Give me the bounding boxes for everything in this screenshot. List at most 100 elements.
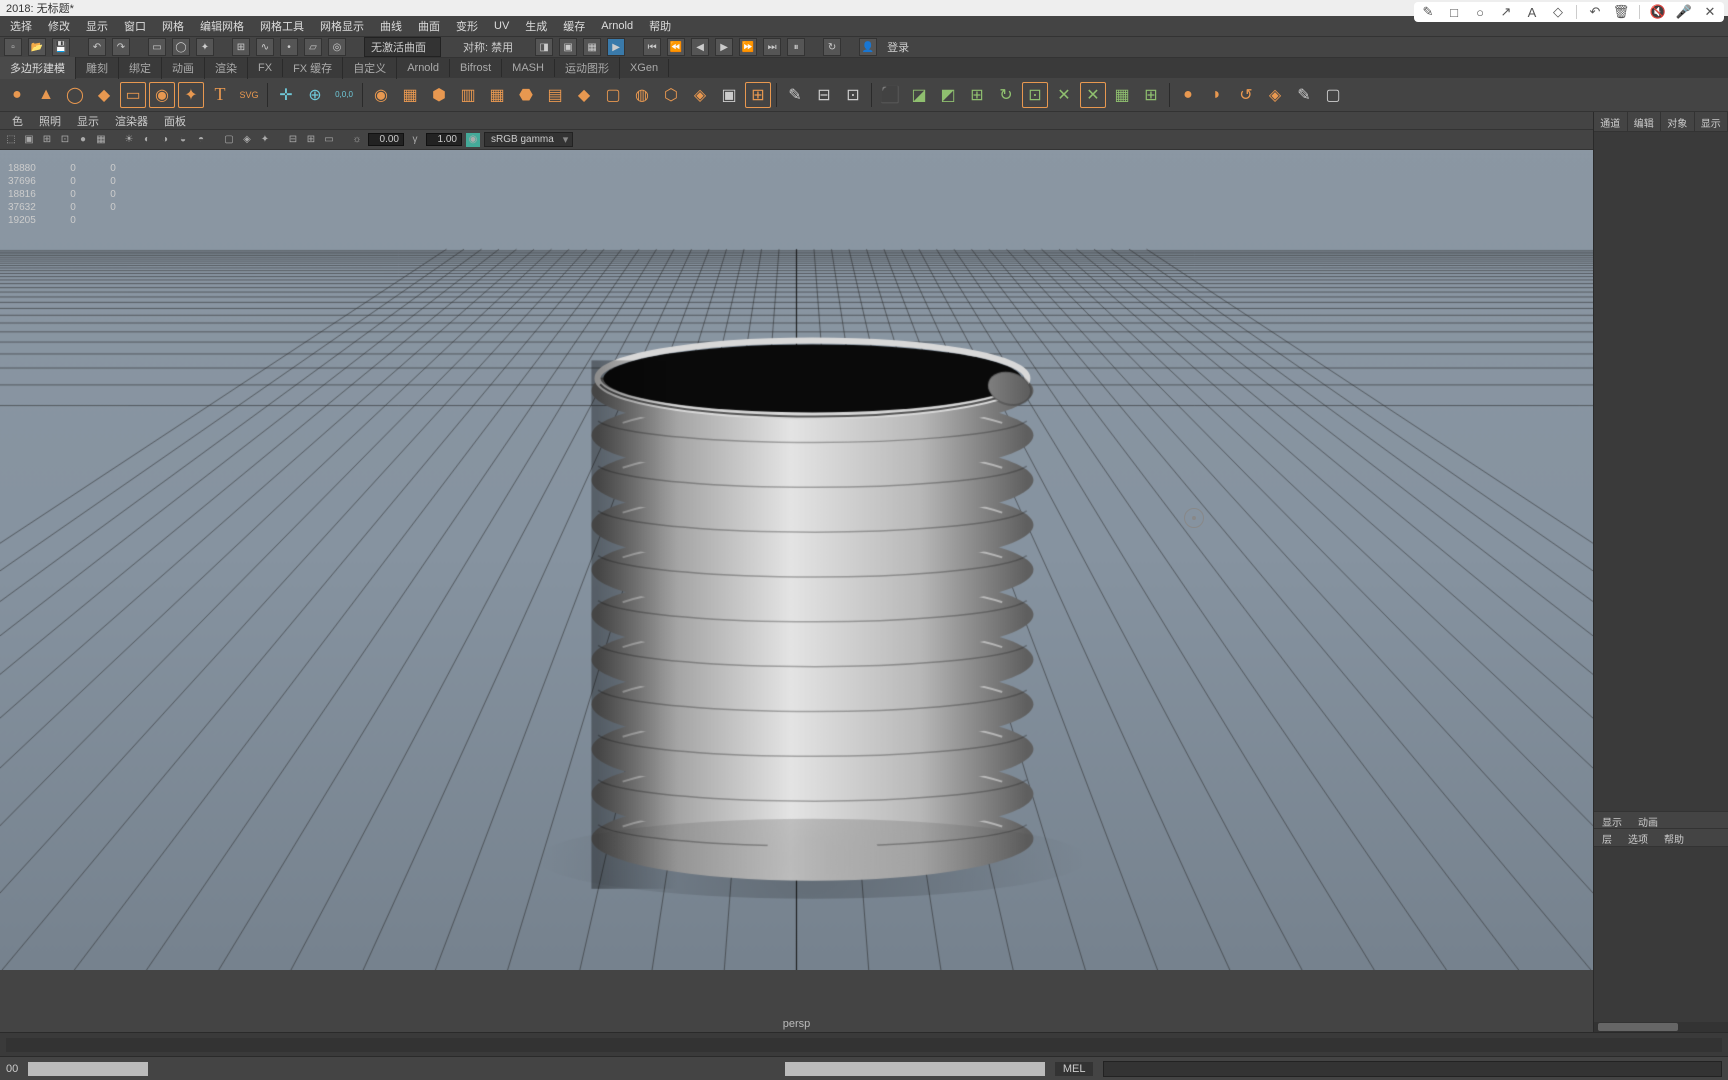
shelf-tab-custom[interactable]: 自定义 [343, 57, 397, 79]
bridge-icon[interactable]: ▥ [455, 82, 481, 108]
vp-exposure-value[interactable]: 0.00 [368, 133, 404, 146]
frame-start[interactable]: 00 [6, 1063, 18, 1075]
detach-icon[interactable]: ▢ [600, 82, 626, 108]
reflection-icon[interactable]: ◗ [1204, 82, 1230, 108]
undo-icon[interactable]: ↶ [88, 38, 106, 56]
menu-curves[interactable]: 曲线 [372, 16, 410, 36]
vp-gate-icon[interactable]: ⊟ [286, 133, 300, 147]
vp-xray-icon[interactable]: ◈ [240, 133, 254, 147]
square-icon[interactable]: □ [1446, 4, 1462, 20]
account-icon[interactable]: 👤 [859, 38, 877, 56]
append-icon[interactable]: ▤ [542, 82, 568, 108]
crease-icon[interactable]: ✕ [1051, 82, 1077, 108]
snap-live-icon[interactable]: ◎ [328, 38, 346, 56]
menu-surfaces[interactable]: 曲面 [410, 16, 448, 36]
command-line[interactable] [1103, 1061, 1722, 1077]
save-scene-icon[interactable]: 💾 [52, 38, 70, 56]
trash-icon[interactable]: 🗑 [1613, 4, 1629, 20]
extrude-icon[interactable]: ⬢ [426, 82, 452, 108]
multicut-icon[interactable]: ✎ [782, 82, 808, 108]
time-slider[interactable] [0, 1032, 1728, 1056]
tab-edit[interactable]: 编辑 [1628, 112, 1662, 131]
combine-icon[interactable]: ◉ [368, 82, 394, 108]
shelf-tab-motion[interactable]: 运动图形 [555, 57, 620, 79]
bool-intersect-icon[interactable]: ◩ [935, 82, 961, 108]
play-end-icon[interactable]: ⏭ [763, 38, 781, 56]
play-next-icon[interactable]: ▶ [715, 38, 733, 56]
vp-menu-panels[interactable]: 面板 [156, 112, 194, 130]
vp-ao-icon[interactable]: ◑ [158, 133, 172, 147]
vp-grid-icon[interactable]: ⊞ [40, 133, 54, 147]
bevel-icon[interactable]: ▦ [484, 82, 510, 108]
redo-icon[interactable]: ↷ [112, 38, 130, 56]
poly-plane-icon[interactable]: ▭ [120, 82, 146, 108]
lasso-icon[interactable]: ◯ [172, 38, 190, 56]
layer-menu-options[interactable]: 选项 [1620, 829, 1656, 846]
poly-torus-icon[interactable]: ◯ [62, 82, 88, 108]
vp-menu-lighting[interactable]: 照明 [31, 112, 69, 130]
menu-cache[interactable]: 缓存 [555, 16, 593, 36]
menu-mesh[interactable]: 网格 [154, 16, 192, 36]
menu-arnold[interactable]: Arnold [593, 18, 641, 34]
snap-curve-icon[interactable]: ∿ [256, 38, 274, 56]
menu-generate[interactable]: 生成 [517, 16, 555, 36]
menu-modify[interactable]: 修改 [40, 16, 78, 36]
merge-icon[interactable]: ⬡ [658, 82, 684, 108]
circularize-icon[interactable]: ↻ [993, 82, 1019, 108]
shelf-tab-rigging[interactable]: 绑定 [119, 57, 162, 79]
vp-menu-show[interactable]: 显示 [69, 112, 107, 130]
symmetry-icon[interactable]: ↺ [1233, 82, 1259, 108]
poly-svg-icon[interactable]: SVG [236, 82, 262, 108]
snap-grid-icon[interactable]: ⊞ [232, 38, 250, 56]
time-track[interactable] [6, 1038, 1722, 1052]
tab-anim-layers[interactable]: 动画 [1630, 812, 1666, 828]
snap-point-icon[interactable]: • [280, 38, 298, 56]
shelf-tab-xgen[interactable]: XGen [620, 59, 669, 77]
bool-diff-icon[interactable]: ◪ [906, 82, 932, 108]
smooth-icon[interactable]: ◍ [629, 82, 655, 108]
new-scene-icon[interactable]: ▫ [4, 38, 22, 56]
play-back-icon[interactable]: ⏪ [667, 38, 685, 56]
select-mode-icon[interactable]: ▭ [148, 38, 166, 56]
vp-aa-icon[interactable]: ◓ [194, 133, 208, 147]
vp-gamma-icon[interactable]: γ [408, 133, 422, 147]
vp-motion-icon[interactable]: ◒ [176, 133, 190, 147]
undo-icon[interactable]: ↶ [1587, 4, 1603, 20]
shelf-tab-fx[interactable]: FX [248, 59, 283, 77]
vp-wireframe-icon[interactable]: ⊡ [58, 133, 72, 147]
loop-icon[interactable]: ↻ [823, 38, 841, 56]
ipr-icon[interactable]: ▦ [583, 38, 601, 56]
menu-help[interactable]: 帮助 [641, 16, 679, 36]
mute-icon[interactable]: 🔇 [1650, 4, 1666, 20]
shelf-tab-arnold[interactable]: Arnold [397, 59, 450, 77]
tab-show[interactable]: 显示 [1695, 112, 1728, 131]
snap-together-icon[interactable]: ⊕ [302, 82, 328, 108]
viewport-3d[interactable] [0, 150, 1593, 970]
poly-type-icon[interactable]: T [207, 82, 233, 108]
fill-hole-icon[interactable]: ⬣ [513, 82, 539, 108]
text-icon[interactable]: A [1524, 4, 1540, 20]
shelf-tab-sculpt[interactable]: 雕刻 [76, 57, 119, 79]
paint-icon[interactable]: ✦ [196, 38, 214, 56]
vp-joints-icon[interactable]: ✦ [258, 133, 272, 147]
sculpt-icon[interactable]: ▦ [1109, 82, 1135, 108]
vp-light-icon[interactable]: ☀ [122, 133, 136, 147]
eraser-icon[interactable]: ◇ [1550, 4, 1566, 20]
tab-display-layers[interactable]: 显示 [1594, 812, 1630, 828]
quad-draw-icon[interactable]: ⊡ [1022, 82, 1048, 108]
vp-shadow-icon[interactable]: ◐ [140, 133, 154, 147]
tab-object[interactable]: 对象 [1661, 112, 1695, 131]
layer-menu-layer[interactable]: 层 [1594, 829, 1620, 846]
pencil-icon[interactable]: ✎ [1420, 4, 1436, 20]
offset-edge-icon[interactable]: ⊡ [840, 82, 866, 108]
open-scene-icon[interactable]: 📂 [28, 38, 46, 56]
vp-film-icon[interactable]: ▭ [322, 133, 336, 147]
poly-platonic-icon[interactable]: ✦ [178, 82, 204, 108]
bool-union-icon[interactable]: ⬛ [877, 82, 903, 108]
mel-label[interactable]: MEL [1055, 1062, 1094, 1076]
collapse-icon[interactable]: ◆ [571, 82, 597, 108]
poly-cone-icon[interactable]: ▲ [33, 82, 59, 108]
uv-icon[interactable]: ▢ [1320, 82, 1346, 108]
bool-merge-icon[interactable]: ⊞ [964, 82, 990, 108]
vp-textured-icon[interactable]: ▦ [94, 133, 108, 147]
